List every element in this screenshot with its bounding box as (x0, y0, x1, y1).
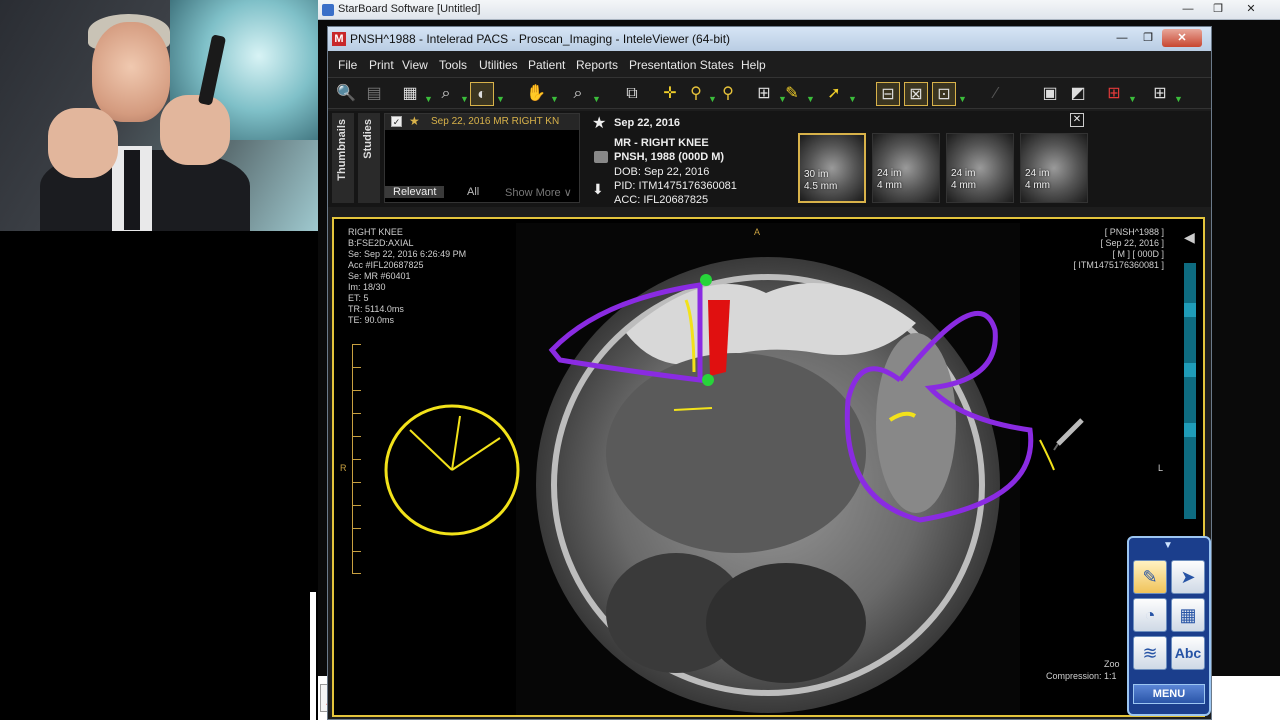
yellow-spoke-annotation (451, 437, 501, 471)
palette-collapse-icon[interactable]: ▼ (1163, 540, 1173, 551)
annotation-layer (384, 274, 1084, 536)
layers-icon[interactable]: ≋ (1133, 636, 1167, 670)
purple-curve-annotation (844, 310, 1034, 523)
starboard-tool-palette: ▼ ✎ ➤ ◔ ▦ ≋ Abc MENU (1127, 536, 1211, 716)
page-layout-icon[interactable]: ▦ (1171, 598, 1205, 632)
text-tool-icon[interactable]: Abc (1171, 636, 1205, 670)
green-dot-annotation (702, 374, 714, 386)
green-dot-annotation (700, 274, 712, 286)
yellow-line-annotation (673, 407, 713, 411)
pen-cursor-icon (1053, 418, 1084, 451)
pen-tool-icon[interactable]: ✎ (1133, 560, 1167, 594)
yellow-line-annotation (684, 299, 696, 373)
mouse-mode-icon[interactable]: ◔ (1133, 598, 1167, 632)
palette-menu-button[interactable]: MENU (1133, 684, 1205, 704)
yellow-mark-annotation (1039, 439, 1055, 471)
purple-outline-annotation (548, 282, 703, 383)
pointer-cursor-icon[interactable]: ➤ (1171, 560, 1205, 594)
yellow-mark-annotation (888, 411, 917, 422)
red-fill-annotation (708, 300, 730, 376)
yellow-spoke-annotation (409, 429, 453, 471)
desktop: StarBoard Software [Untitled] — ❐ ✕ ▼ ▼ (0, 0, 1280, 720)
yellow-spoke-annotation (451, 415, 461, 471)
